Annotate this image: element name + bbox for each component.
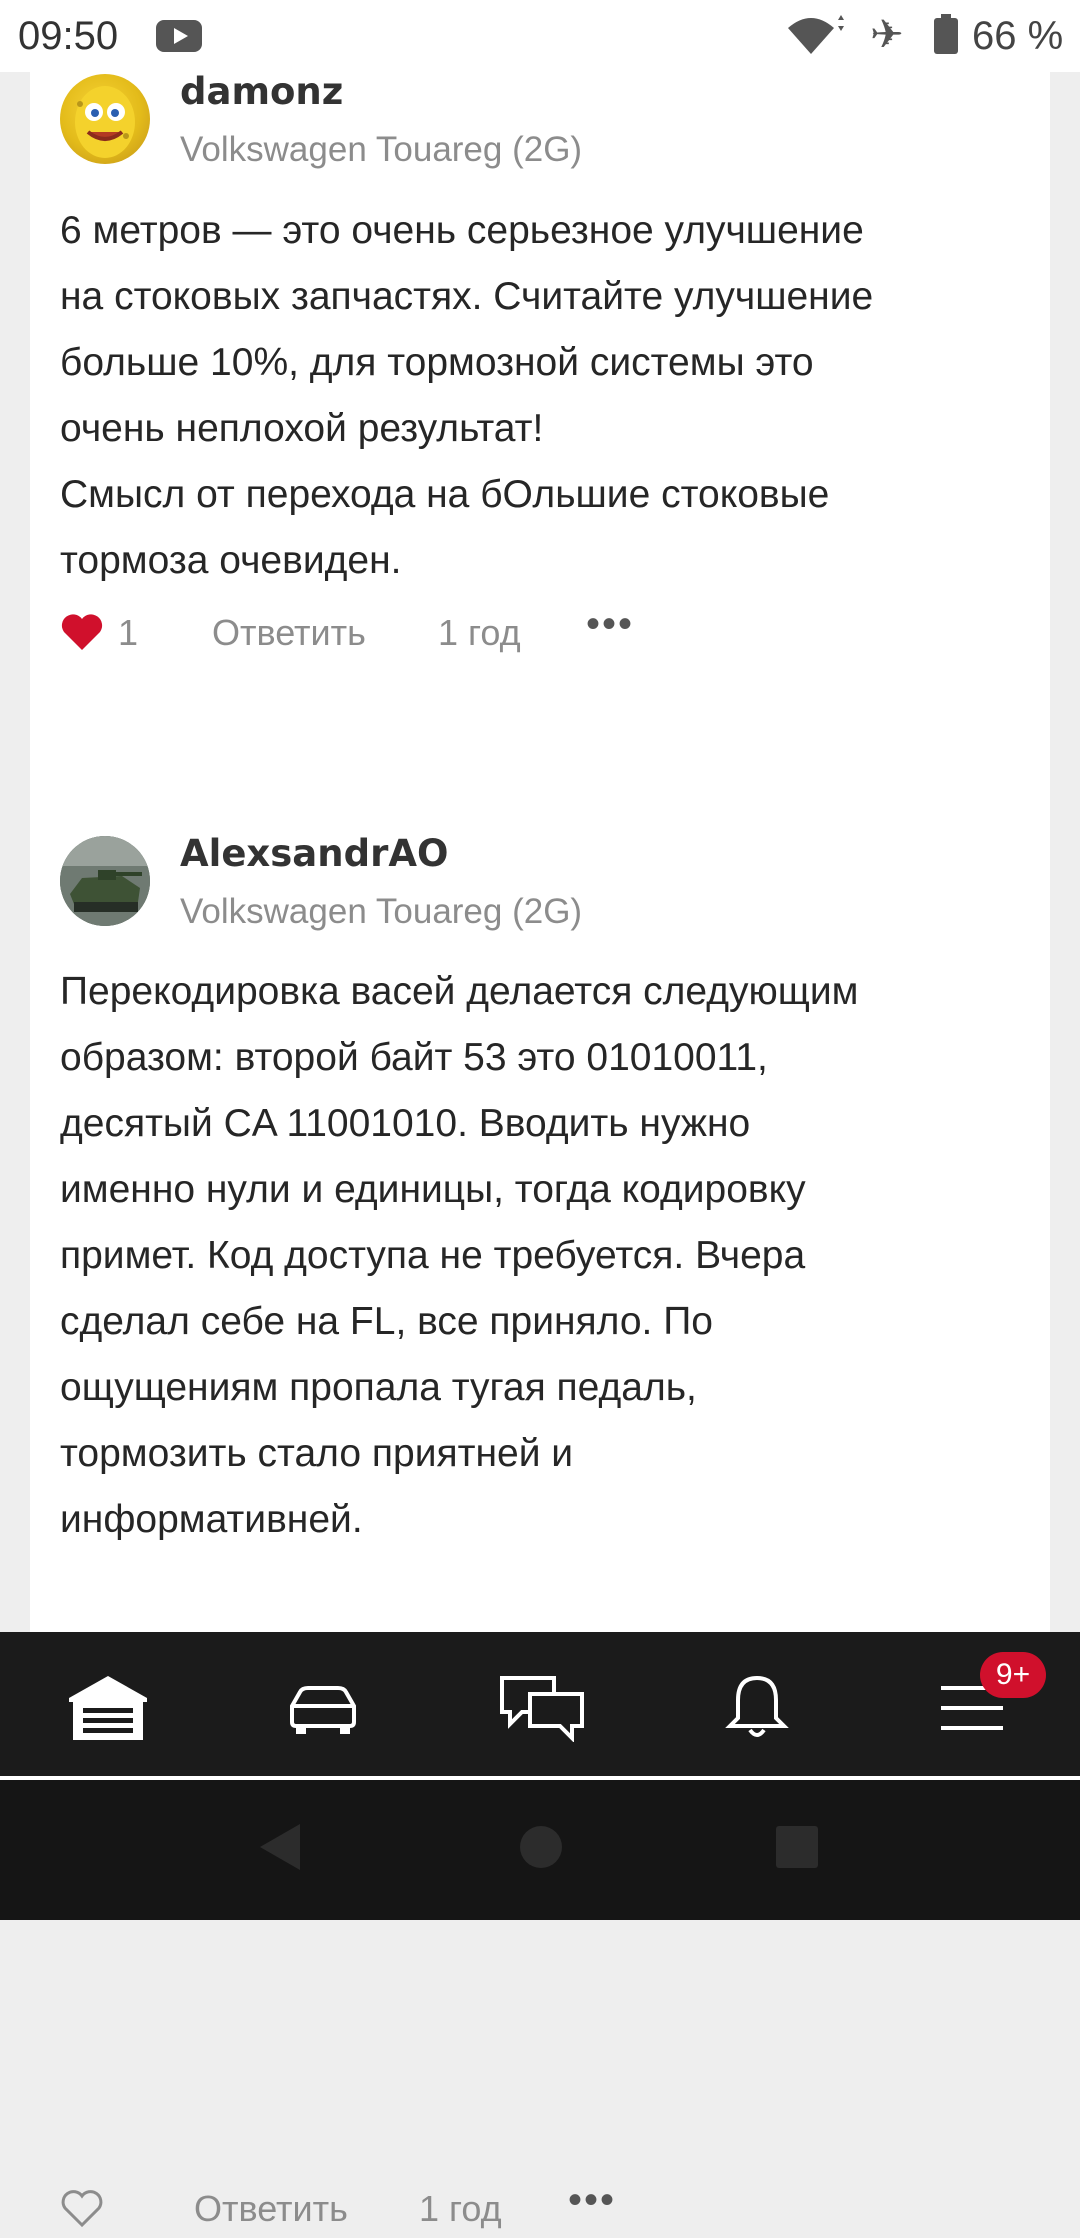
battery-percent: 66 % <box>972 14 1064 58</box>
system-nav-bar <box>0 1780 1080 1920</box>
back-icon[interactable] <box>260 1824 300 1870</box>
comment-time: 1 год <box>419 2188 502 2229</box>
home-icon[interactable] <box>520 1826 562 1868</box>
chat-icon[interactable] <box>498 1672 588 1742</box>
comment-text: Перекодировка васей делается следующим о… <box>60 970 859 1541</box>
heart-icon[interactable] <box>60 612 104 652</box>
more-options-icon[interactable]: ••• <box>568 2178 616 2223</box>
heart-outline-icon[interactable] <box>60 2188 104 2228</box>
comment-time: 1 год <box>438 612 521 653</box>
avatar[interactable] <box>60 74 150 164</box>
airplane-icon: ✈ <box>870 13 904 57</box>
status-bar: 09:50 ✈ 66 % <box>0 0 1080 72</box>
bottom-nav: 9+ <box>0 1632 1080 1776</box>
youtube-icon <box>156 20 202 52</box>
reply-button[interactable]: Ответить <box>194 2188 348 2230</box>
wifi-icon <box>786 14 846 58</box>
reply-button[interactable]: Ответить <box>212 612 366 654</box>
status-time: 09:50 <box>18 14 119 58</box>
recent-apps-icon[interactable] <box>776 1826 818 1868</box>
avatar[interactable] <box>60 836 150 926</box>
comment-actions: 1 Ответить 1 год ••• <box>60 602 1020 662</box>
comment-car[interactable]: Volkswagen Touareg (2G) <box>180 892 582 932</box>
comments-card: damonz Volkswagen Touareg (2G) 6 метров … <box>30 70 1050 2229</box>
comment-author[interactable]: AlexsandrAO <box>180 832 448 875</box>
comment-author[interactable]: damonz <box>180 70 343 113</box>
comment-actions: Ответить 1 год ••• <box>60 2178 1020 2238</box>
garage-icon[interactable] <box>63 1672 153 1742</box>
bell-icon[interactable] <box>712 1672 802 1742</box>
comment-text: 6 метров — это очень серьезное улучшение… <box>60 209 874 582</box>
more-options-icon[interactable]: ••• <box>586 602 634 647</box>
comment-car[interactable]: Volkswagen Touareg (2G) <box>180 130 582 170</box>
like-count: 1 <box>118 612 139 653</box>
car-icon[interactable] <box>278 1672 368 1742</box>
notification-badge: 9+ <box>980 1652 1046 1698</box>
battery-icon <box>934 14 958 54</box>
